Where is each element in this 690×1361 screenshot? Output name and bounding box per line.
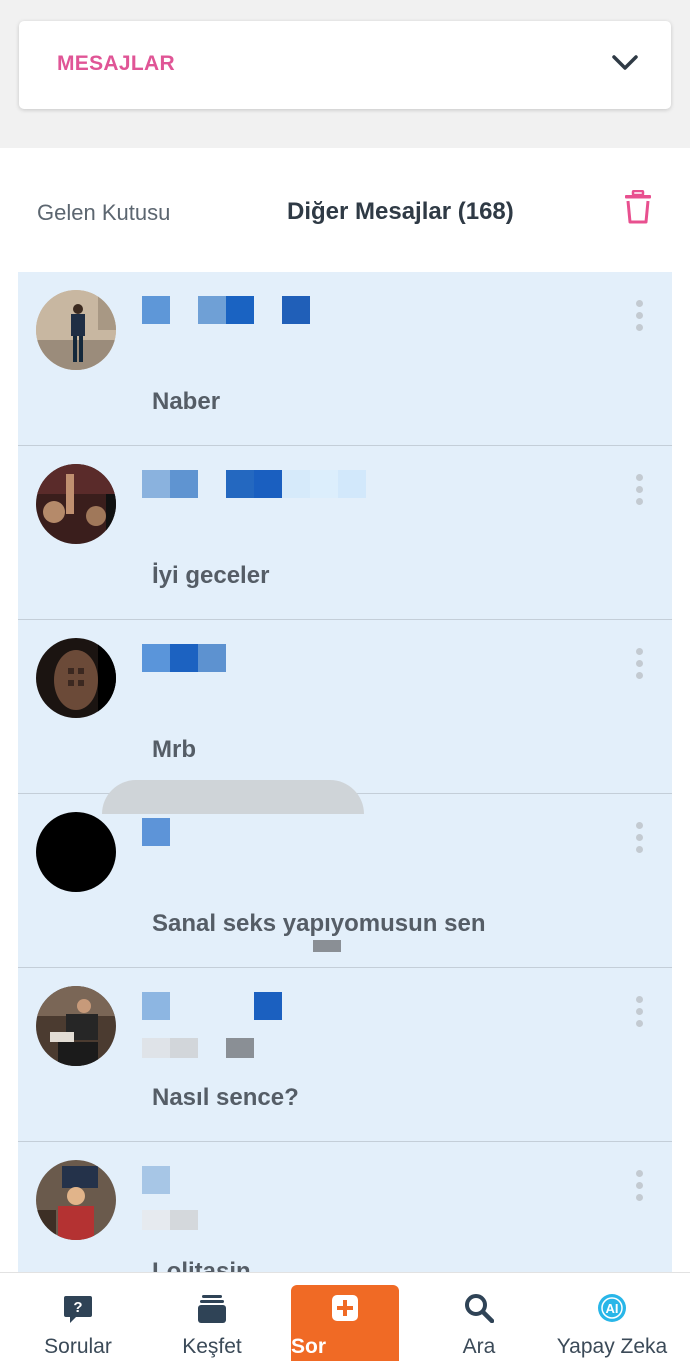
dropdown-title: MESAJLAR — [57, 52, 175, 75]
more-options-icon[interactable] — [632, 822, 646, 856]
censored-name — [142, 1166, 170, 1194]
avatar — [36, 290, 116, 370]
avatar — [36, 464, 116, 544]
plus-icon — [332, 1295, 358, 1321]
message-preview: Naber — [152, 388, 221, 415]
bottom-navigation: ? Sorular Keşfet Sor Ara AI Yapay Zeka — [0, 1272, 690, 1361]
ask-button[interactable]: Sor — [291, 1285, 399, 1361]
tab-other-messages[interactable]: Diğer Mesajlar (168) — [287, 198, 514, 226]
overlay-smudge — [313, 940, 341, 952]
trash-icon[interactable] — [623, 190, 653, 224]
message-preview: Mrb — [152, 736, 196, 763]
messages-panel: Gelen Kutusu Diğer Mesajlar (168) Naber … — [0, 148, 690, 1361]
censored-timestamp — [142, 1210, 226, 1230]
nav-label: Yapay Zeka — [556, 1335, 668, 1358]
message-row[interactable]: Lolitasin — [18, 1142, 672, 1272]
message-row[interactable]: İyi geceler — [18, 446, 672, 620]
cards-icon — [198, 1295, 226, 1323]
messages-dropdown[interactable]: MESAJLAR — [19, 21, 671, 109]
search-icon — [465, 1294, 494, 1323]
message-row[interactable]: Mrb — [18, 620, 672, 794]
avatar — [36, 1160, 116, 1240]
avatar — [36, 812, 116, 892]
censored-name — [142, 818, 170, 846]
tab-inbox[interactable]: Gelen Kutusu — [37, 200, 170, 226]
censored-name — [142, 644, 226, 672]
message-preview: Sanal seks yapıyomusun sen — [152, 910, 486, 937]
nav-label: Ara — [462, 1335, 496, 1358]
nav-sorular[interactable]: ? Sorular — [28, 1273, 128, 1361]
nav-ara[interactable]: Ara — [429, 1273, 529, 1361]
ai-icon: AI — [598, 1294, 626, 1322]
question-icon: ? — [64, 1296, 92, 1323]
message-list: Naber İyi geceler Mrb Sanal seks yapıyom… — [18, 272, 672, 1272]
more-options-icon[interactable] — [632, 300, 646, 334]
chevron-down-icon[interactable] — [611, 52, 639, 74]
nav-yapay-zeka[interactable]: AI Yapay Zeka — [552, 1273, 672, 1361]
censored-timestamp — [142, 1038, 258, 1058]
message-preview: Nasıl sence? — [152, 1084, 299, 1111]
message-row[interactable]: Nasıl sence? — [18, 968, 672, 1142]
message-preview: İyi geceler — [152, 562, 270, 589]
more-options-icon[interactable] — [632, 474, 646, 508]
nav-label: Keşfet — [182, 1335, 242, 1358]
message-tabs: Gelen Kutusu Diğer Mesajlar (168) — [0, 148, 690, 272]
avatar — [36, 986, 116, 1066]
more-options-icon[interactable] — [632, 1170, 646, 1204]
censored-name — [142, 296, 310, 324]
message-row[interactable]: Naber — [18, 272, 672, 446]
censored-name — [142, 470, 366, 498]
avatar — [36, 638, 116, 718]
nav-label: Sor — [291, 1335, 327, 1358]
censored-name — [142, 992, 282, 1020]
svg-text:?: ? — [73, 1299, 82, 1316]
nav-kesfet[interactable]: Keşfet — [162, 1273, 262, 1361]
message-row[interactable]: Sanal seks yapıyomusun sen — [18, 780, 672, 968]
overlay-smudge — [102, 780, 364, 814]
nav-label: Sorular — [44, 1335, 112, 1358]
svg-text:AI: AI — [606, 1301, 619, 1316]
message-preview: Lolitasin — [152, 1258, 251, 1272]
more-options-icon[interactable] — [632, 996, 646, 1030]
more-options-icon[interactable] — [632, 648, 646, 682]
